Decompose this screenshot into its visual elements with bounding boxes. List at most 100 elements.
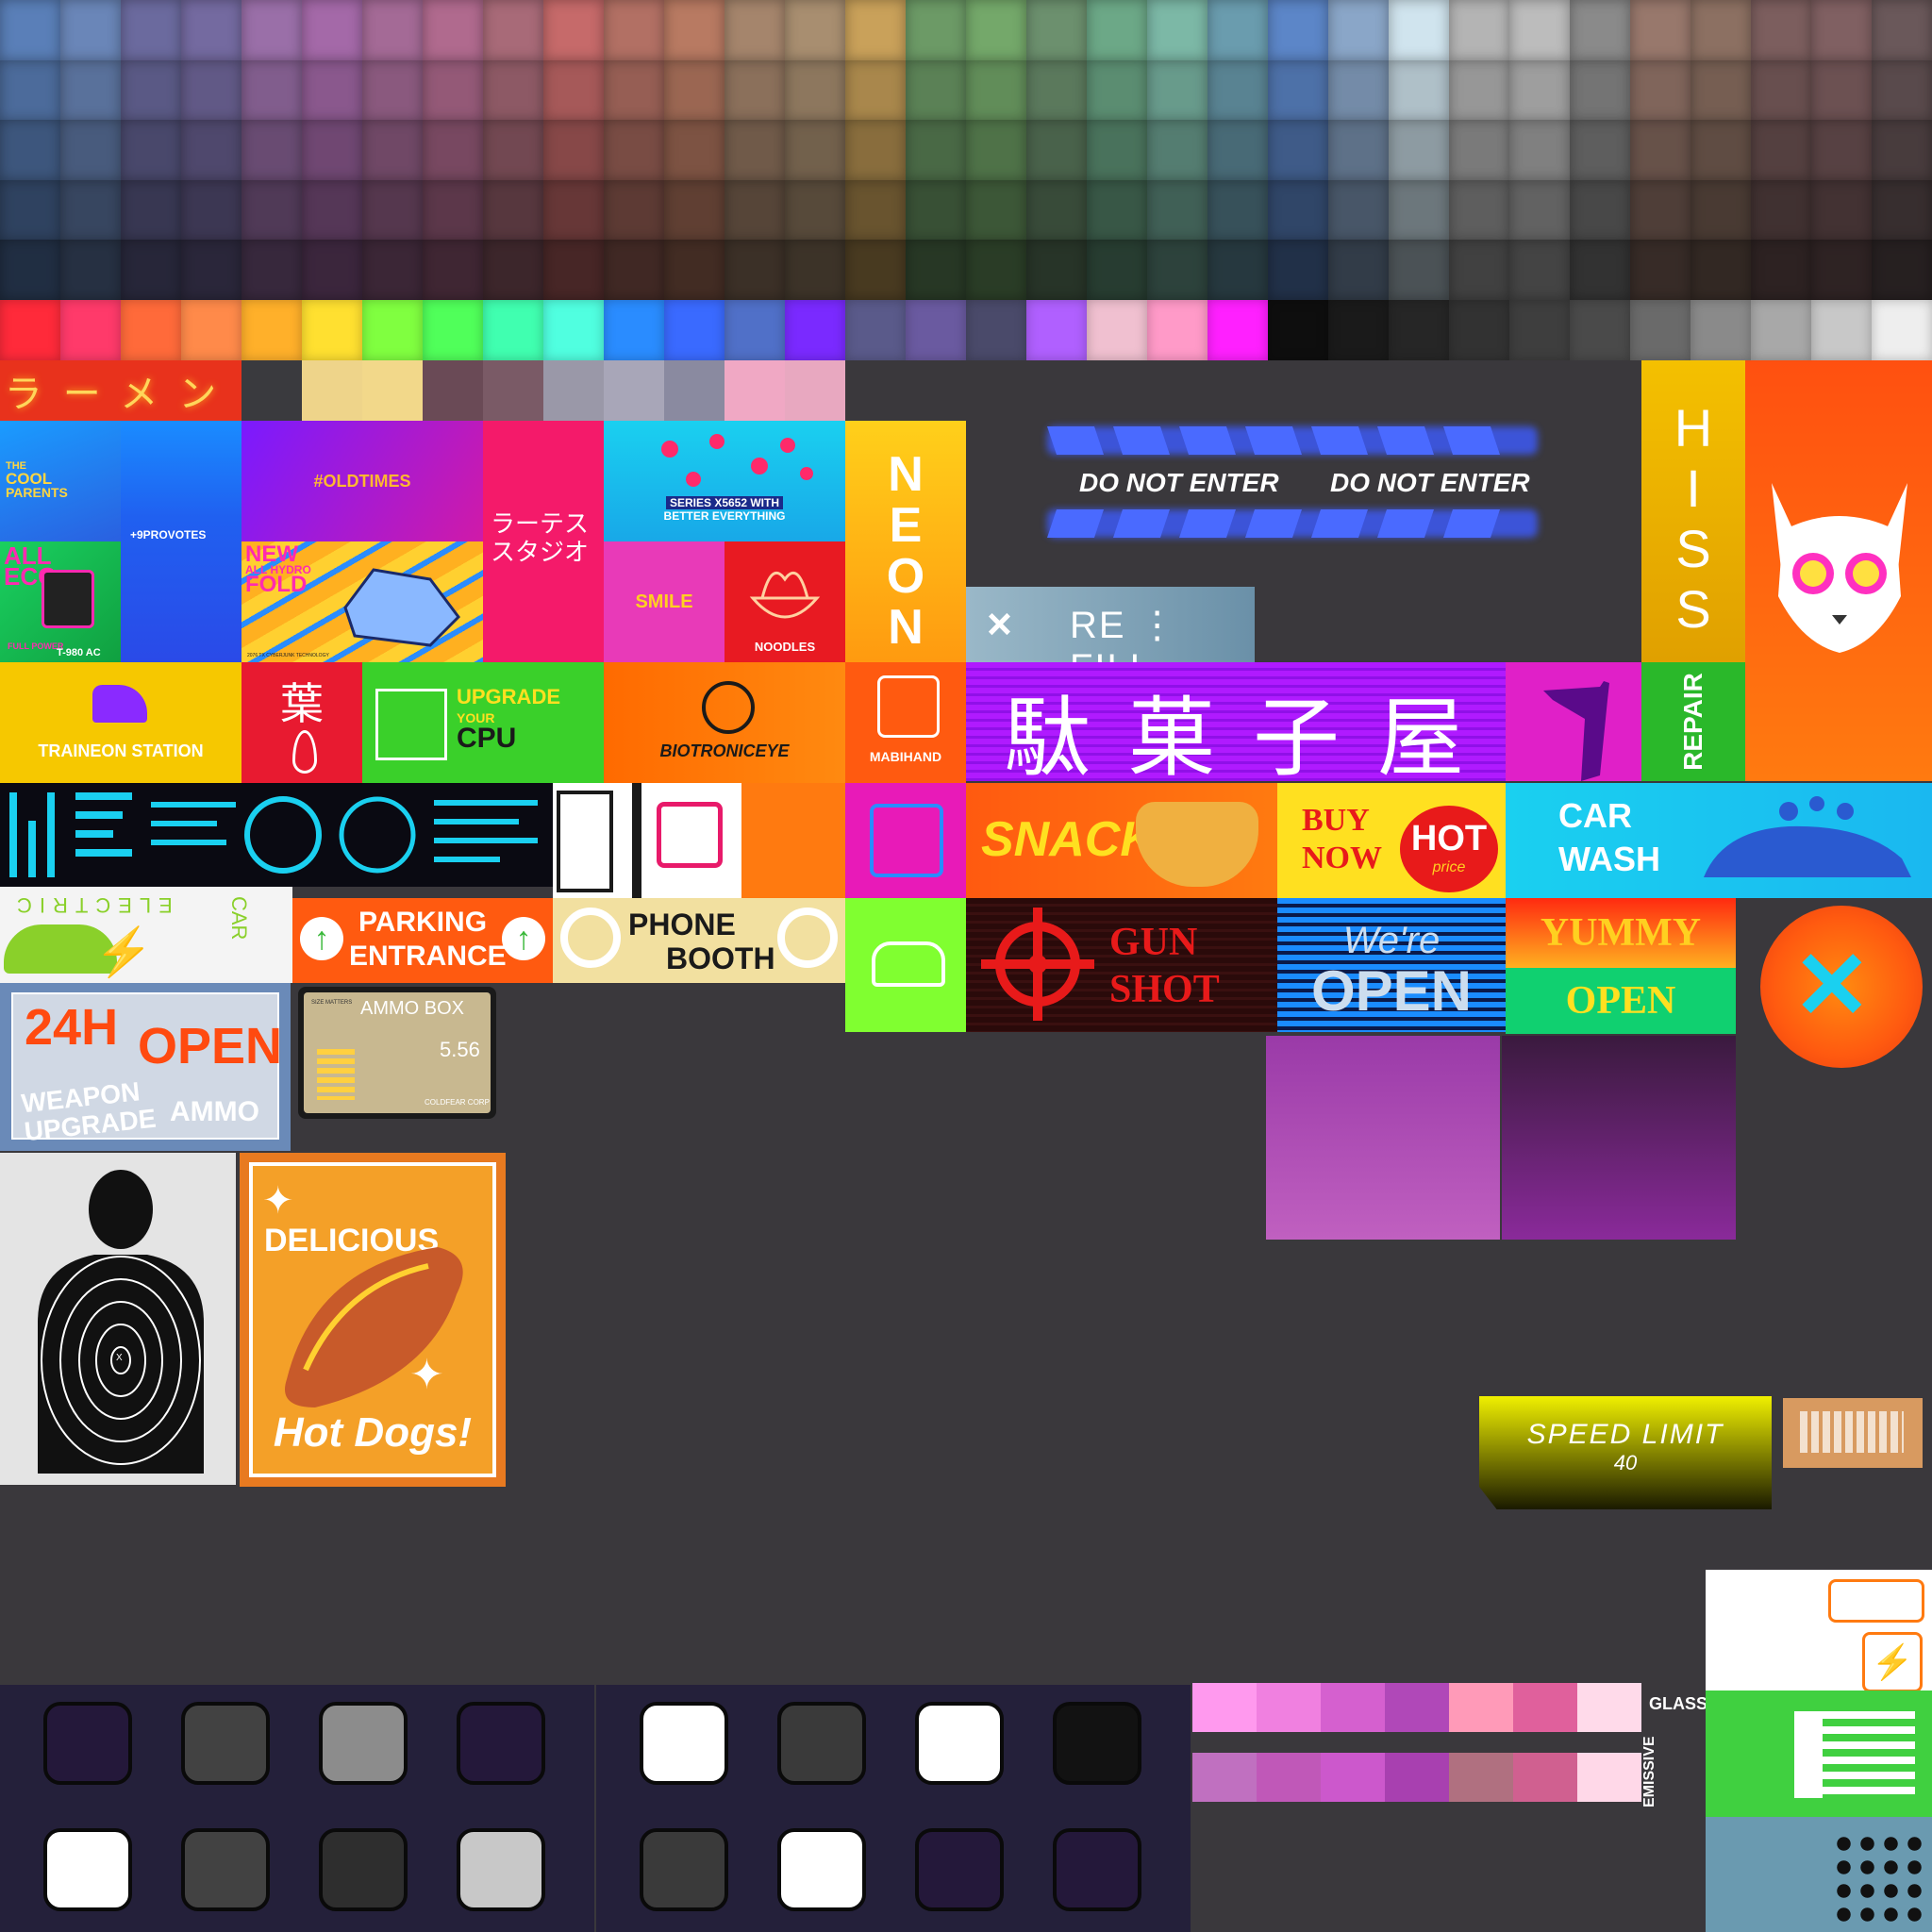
- palette-swatch: [1147, 179, 1208, 241]
- palette-swatch: [1811, 0, 1872, 60]
- drone-icon: [661, 434, 813, 487]
- palette-swatch: [785, 179, 845, 241]
- material-swatches-right: [596, 1685, 1191, 1932]
- hiss-letter-s2: S: [1675, 579, 1711, 639]
- mabihand-sign: MABIHAND: [845, 662, 966, 783]
- palette-swatch: [1449, 179, 1509, 241]
- palette-swatch: [242, 179, 302, 241]
- palette-swatch: [1389, 240, 1449, 300]
- bright-swatch: [845, 300, 906, 360]
- palette-swatch: [1690, 59, 1751, 121]
- entrance-text: ENTRANCE: [349, 941, 507, 972]
- bright-swatch: [664, 300, 724, 360]
- emissive-swatch: [1449, 1753, 1513, 1802]
- dagashiya-sign: 駄 菓 子 屋: [966, 662, 1506, 781]
- palette-swatch: [423, 59, 483, 121]
- palette-swatch: [1208, 59, 1268, 121]
- palette-swatch: [1087, 240, 1147, 300]
- cat-poster: [1745, 360, 1932, 781]
- parking-sign: ↑ PARKING ENTRANCE ↑: [292, 898, 553, 983]
- material-swatch: [319, 1828, 408, 1911]
- palette-swatch: [181, 0, 242, 60]
- palette-swatch: [302, 120, 362, 181]
- bright-color-strip: [0, 300, 1932, 360]
- model-text: T-980 AC: [57, 647, 101, 658]
- palette-swatch: [1690, 179, 1751, 241]
- palette-swatch: [121, 0, 181, 60]
- ramen-text: ラーメン: [4, 374, 238, 415]
- cat-face-icon: [1772, 483, 1907, 653]
- refill-text: RE ⋮ FILL: [1070, 605, 1178, 662]
- snack-text: SNACK: [981, 812, 1156, 867]
- palette-swatch: [785, 120, 845, 181]
- palette-swatch: [1811, 240, 1872, 300]
- lartes-line2: スタジオ: [491, 538, 590, 566]
- cpu-icon: [375, 689, 447, 760]
- blue-panel: [1706, 1817, 1932, 1932]
- bright-swatch: [1328, 300, 1389, 360]
- material-panel-right: [596, 1685, 1191, 1932]
- palette-swatch: [1328, 0, 1389, 60]
- palette-swatch: [906, 0, 966, 60]
- hiss-sign: H I S S: [1641, 360, 1745, 662]
- palette-swatch: [60, 240, 121, 300]
- glass-swatch: [1449, 1683, 1513, 1732]
- palette-swatch: [604, 240, 664, 300]
- palette-swatch: [1872, 59, 1932, 121]
- bright-swatch: [1087, 300, 1147, 360]
- green-panel: [1706, 1690, 1932, 1817]
- palette-swatch: [1147, 59, 1208, 121]
- noodles-poster: NOODLES: [724, 541, 845, 662]
- palette-swatch: [664, 240, 724, 300]
- ring-icon-left: [560, 908, 621, 968]
- silhouette-icon: [1543, 681, 1609, 781]
- palette-swatch: [1872, 179, 1932, 241]
- palette-swatch: [0, 120, 60, 181]
- ammo-box-label: SIZE MATTERS AMMO BOX 5.56 COLDFEAR CORP: [298, 987, 496, 1119]
- palette-swatch: [1328, 120, 1389, 181]
- hiss-letter-s: S: [1675, 519, 1711, 578]
- palette-swatch: [785, 0, 845, 60]
- logo-panel: [553, 783, 845, 898]
- bright-swatch: [302, 300, 362, 360]
- emissive-swatch: [1513, 1753, 1577, 1802]
- phone-text: PHONE: [628, 908, 736, 941]
- open-neon-text: OPEN: [1310, 959, 1473, 1023]
- car-wash-icon: [1704, 796, 1911, 877]
- palette-swatch: [906, 59, 966, 121]
- full-power-text: FULL POWER: [8, 641, 64, 651]
- ring-icon-right: [777, 908, 838, 968]
- ev-charge-sign: [845, 898, 966, 1032]
- palette-swatch: [1268, 120, 1328, 181]
- emissive-swatch: [1257, 1753, 1321, 1802]
- palette-swatch: [483, 120, 543, 181]
- bright-swatch: [242, 300, 302, 360]
- palette-swatch: [483, 240, 543, 300]
- palette-swatch: [1630, 59, 1690, 121]
- mabihand-text: MABIHAND: [869, 749, 942, 764]
- vent-panel: [1783, 1398, 1923, 1468]
- palette-swatch: [121, 120, 181, 181]
- arrow-up-icon-right: ↑: [502, 917, 545, 960]
- palette-swatch: [181, 179, 242, 241]
- palette-swatch: [1026, 0, 1087, 60]
- bright-swatch: [60, 300, 121, 360]
- palette-swatch: [1690, 240, 1751, 300]
- bright-swatch: [543, 300, 604, 360]
- dagashiya-char-4: 屋: [1377, 691, 1465, 781]
- neon-sign: N E O N: [845, 421, 966, 662]
- neon-letter-n: N: [888, 447, 924, 502]
- palette-swatch: [1389, 120, 1449, 181]
- bright-swatch: [1026, 300, 1087, 360]
- palette-swatch: [0, 179, 60, 241]
- palette-swatch: [604, 120, 664, 181]
- yummy-open-sign: YUMMY OPEN: [1506, 898, 1736, 1034]
- cutlery-sign: ✕: [1760, 906, 1923, 1068]
- ramen-sign: ラーメン: [0, 360, 242, 421]
- palette-swatch: [1570, 179, 1630, 241]
- yummy-text: YUMMY: [1540, 911, 1702, 955]
- palette-swatch: [1328, 179, 1389, 241]
- palette-swatch: [1751, 0, 1811, 60]
- palette-swatch: [1509, 59, 1570, 121]
- gun-shot-sign: GUN SHOT: [966, 898, 1277, 1032]
